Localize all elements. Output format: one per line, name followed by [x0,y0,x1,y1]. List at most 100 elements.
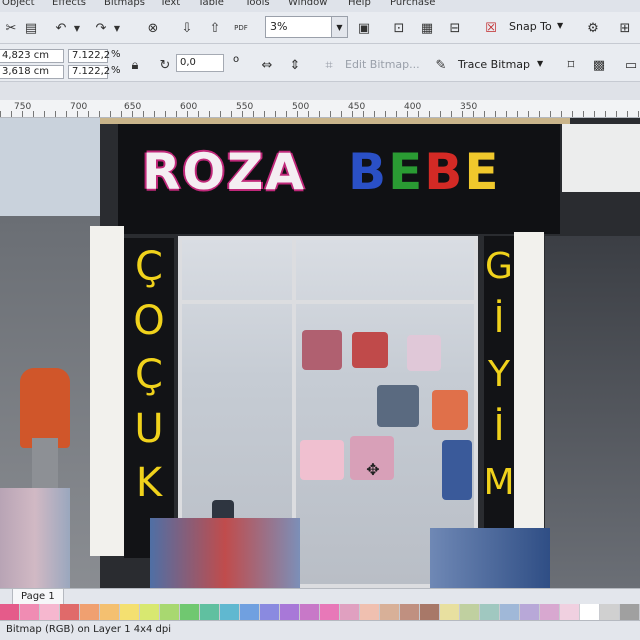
edit-bitmap-button[interactable]: Edit Bitmap... [345,58,420,71]
edit-bitmap-icon[interactable]: ⌗ [320,56,338,74]
zoom-dropdown-icon[interactable]: ▼ [331,16,348,38]
lock-ratio-icon[interactable]: 🔒︎ [126,56,144,74]
horizontal-ruler[interactable]: 750 700 650 600 550 500 450 400 350 [0,100,640,118]
color-swatch[interactable] [440,604,460,620]
color-swatch[interactable] [560,604,580,620]
drawing-canvas[interactable]: ROZA BEBE Ç O Ç U K G İ Y İ M ✥ [0,118,640,588]
toolbox-strip [0,82,640,100]
color-swatch[interactable] [80,604,100,620]
color-swatch[interactable] [180,604,200,620]
neighbor-sign-panel [562,124,640,192]
neighbor-store [545,236,640,588]
color-swatch[interactable] [520,604,540,620]
color-swatch[interactable] [100,604,120,620]
menu-text[interactable]: Text [160,0,180,8]
pillar-right-white [514,232,544,564]
export-icon[interactable]: ⇧ [206,19,224,37]
trace-bitmap-icon[interactable]: ✎ [432,56,450,74]
ruler-ticks [0,111,640,117]
color-swatch[interactable] [140,604,160,620]
color-swatch[interactable] [240,604,260,620]
garment [442,440,472,500]
color-swatch[interactable] [120,604,140,620]
show-guidelines-icon[interactable]: ⊟ [446,19,464,37]
paste-icon[interactable]: ▤ [22,19,40,37]
color-swatch[interactable] [20,604,40,620]
menu-bitmaps[interactable]: Bitmaps [104,0,145,8]
scale-y-field[interactable]: 7.122,2 [68,65,110,79]
color-swatch[interactable] [0,604,20,620]
sign-letter: K [135,460,163,506]
menu-help[interactable]: Help [348,0,371,8]
trace-dropdown-icon[interactable]: ▼ [537,59,543,68]
garment [432,390,468,430]
snap-off-icon[interactable]: ☒ [482,19,500,37]
snap-dropdown-icon[interactable]: ▼ [557,21,563,30]
snap-to-label[interactable]: Snap To [509,20,552,33]
sign-letter: M [483,462,515,503]
options-gear-icon[interactable]: ⚙ [584,19,602,37]
color-swatch[interactable] [580,604,600,620]
rotation-icon[interactable]: ↻ [156,56,174,74]
sign-letter: Ç [135,352,163,398]
launch-icon[interactable]: ⊞ [616,19,634,37]
trace-bitmap-button[interactable]: Trace Bitmap [458,58,530,71]
resample-icon[interactable]: ▩ [590,56,608,74]
page-navigator: Page 1 [0,588,640,605]
object-width-field[interactable]: 4,823 cm [0,49,64,63]
sign-letter: Ç [135,244,163,290]
color-swatch[interactable] [360,604,380,620]
color-swatch[interactable] [400,604,420,620]
undo-dropdown-icon[interactable]: ▼ [68,19,86,37]
garment [352,332,388,368]
rotation-angle-field[interactable]: 0,0 [176,54,224,72]
menu-object[interactable]: Object [2,0,35,8]
menu-window[interactable]: Window [288,0,327,8]
show-rulers-icon[interactable]: ⊡ [390,19,408,37]
color-swatch[interactable] [40,604,60,620]
mirror-vertical-icon[interactable]: ⇕ [286,56,304,74]
sign-letter: İ [493,408,505,449]
color-swatch[interactable] [300,604,320,620]
bitmap-color-mask-icon[interactable]: ▭ [622,56,640,74]
color-swatch[interactable] [540,604,560,620]
search-content-icon[interactable]: ⊗ [144,19,162,37]
color-swatch[interactable] [420,604,440,620]
color-swatch[interactable] [600,604,620,620]
full-screen-icon[interactable]: ▣ [355,19,373,37]
color-swatch[interactable] [200,604,220,620]
color-swatch[interactable] [480,604,500,620]
clothing-rack-left [0,488,70,588]
menu-effects[interactable]: Effects [52,0,86,8]
menu-table[interactable]: Table [198,0,224,8]
sign-letter: O [133,298,165,344]
color-swatch[interactable] [320,604,340,620]
crop-bitmap-icon[interactable]: ⌑ [562,56,580,74]
pillar-left-white [90,226,124,556]
color-swatch[interactable] [280,604,300,620]
color-swatch[interactable] [160,604,180,620]
page-tab-1[interactable]: Page 1 [12,589,64,605]
object-height-field[interactable]: 3,618 cm [0,65,64,79]
pedestrian [20,368,70,448]
sign-letter-green: E [388,143,425,201]
publish-pdf-icon[interactable]: PDF [232,19,250,37]
show-grid-icon[interactable]: ▦ [418,19,436,37]
color-swatch[interactable] [60,604,80,620]
sign-letter: İ [493,300,505,341]
color-swatch[interactable] [460,604,480,620]
color-swatch[interactable] [620,604,640,620]
color-swatch[interactable] [500,604,520,620]
color-swatch[interactable] [220,604,240,620]
menu-tools[interactable]: Tools [245,0,270,8]
mirror-horizontal-icon[interactable]: ⇔ [258,56,276,74]
scale-x-field[interactable]: 7.122,2 [68,49,110,63]
color-swatch[interactable] [380,604,400,620]
sign-cocuk-vertical: Ç O Ç U K [126,240,172,510]
color-swatch[interactable] [340,604,360,620]
cut-icon[interactable]: ✂ [2,19,20,37]
menu-purchase[interactable]: Purchase [390,0,435,8]
redo-dropdown-icon[interactable]: ▼ [108,19,126,37]
import-icon[interactable]: ⇩ [178,19,196,37]
color-swatch[interactable] [260,604,280,620]
